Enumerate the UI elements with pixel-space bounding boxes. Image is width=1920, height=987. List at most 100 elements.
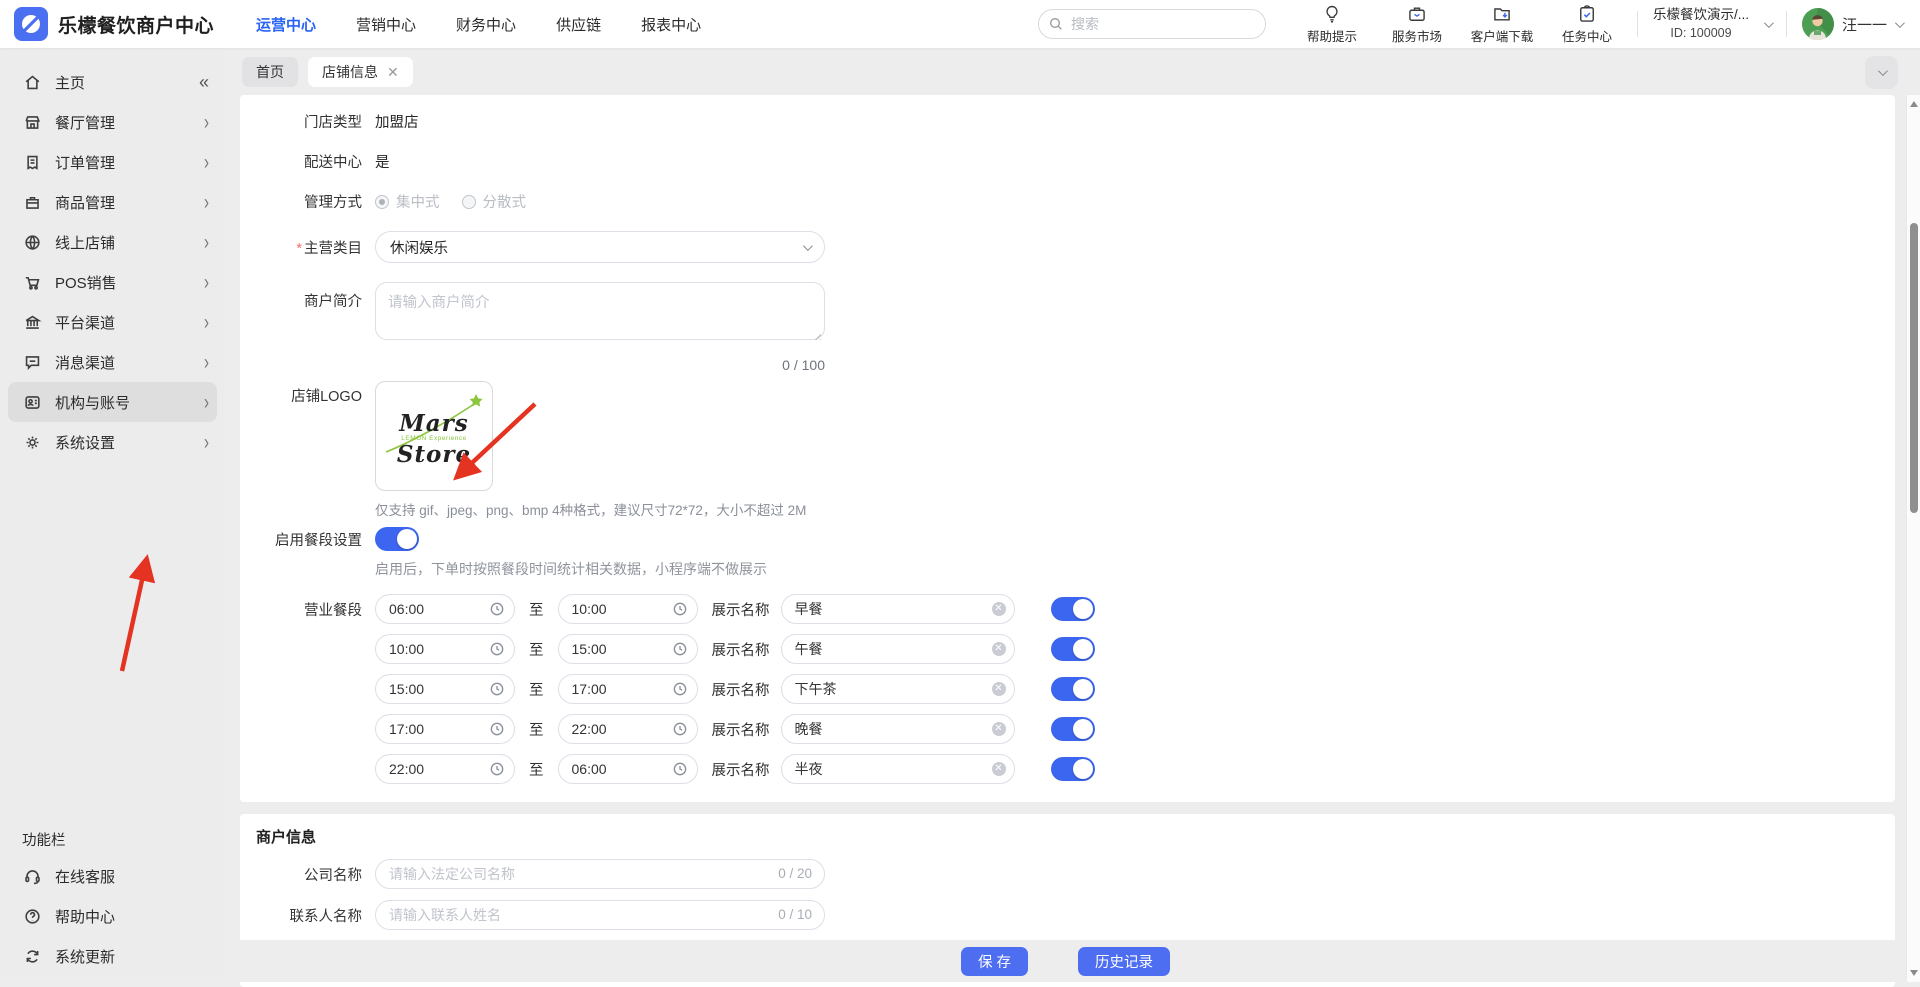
scroll-up-arrow[interactable] [1910,101,1918,107]
nav-reports[interactable]: 报表中心 [641,14,701,35]
meal-name-input[interactable] [781,674,1015,704]
client-download-button[interactable]: 客户端下载 [1467,4,1537,45]
scroll-down-arrow[interactable] [1910,970,1918,976]
nav-operations[interactable]: 运营中心 [256,14,316,35]
field-label: 管理方式 [250,191,362,212]
user-menu[interactable]: 汪一一 [1802,8,1902,40]
sidebar-item-online-support[interactable]: 在线客服 [0,856,225,896]
sidebar-section-label: 功能栏 [0,822,225,856]
meal-row-toggle[interactable] [1051,637,1095,661]
chevron-down-icon [803,241,813,251]
user-name: 汪一一 [1842,14,1887,35]
sidebar-item-org-accounts[interactable]: 机构与账号 › [8,382,217,422]
close-icon[interactable]: ✕ [387,65,399,79]
service-market-button[interactable]: 服务市场 [1382,4,1452,45]
chevron-right-icon: › [204,430,209,454]
tab-list-dropdown-button[interactable] [1865,56,1898,89]
save-button[interactable]: 保 存 [961,947,1028,976]
sidebar-item-message-channels[interactable]: 消息渠道 › [0,342,225,382]
meal-name-input[interactable] [781,634,1015,664]
main-content: 首页 店铺信息 ✕ 门店类型 加盟店 配送中心 是 管理方式 集中式 分散式 [225,48,1920,982]
company-name-input[interactable] [375,859,825,889]
field-label: 公司名称 [250,864,362,885]
divider [1637,11,1638,37]
sidebar-item-home[interactable]: 主页 « [0,62,225,102]
chevron-right-icon: › [204,350,209,374]
contact-name-input[interactable] [375,900,825,930]
vertical-scrollbar[interactable] [1906,95,1920,982]
collapse-sidebar-icon[interactable]: « [199,72,209,93]
meal-name-input[interactable] [781,714,1015,744]
meal-row-toggle[interactable] [1051,677,1095,701]
to-label: 至 [529,599,544,620]
meal-name-input[interactable] [781,754,1015,784]
sidebar-item-system-settings[interactable]: 系统设置 › [0,422,225,462]
storefront-icon [22,112,42,132]
chevron-right-icon: › [204,110,209,134]
help-tips-button[interactable]: 帮助提示 [1297,4,1367,45]
clock-icon [672,721,688,737]
top-bar: 乐檬餐饮商户中心 运营中心 营销中心 财务中心 供应链 报表中心 帮助提示 服务… [0,0,1920,48]
merchant-switcher[interactable]: 乐檬餐饮演示/... ID: 100009 [1653,6,1749,41]
history-button[interactable]: 历史记录 [1078,947,1170,976]
field-label: 商户简介 [250,282,362,311]
chevron-down-icon [1764,18,1774,28]
category-select[interactable]: 休闲娱乐 [375,231,825,263]
clock-icon [672,761,688,777]
nav-finance[interactable]: 财务中心 [456,14,516,35]
delivery-center-value: 是 [375,151,390,172]
tab-home[interactable]: 首页 [242,57,298,87]
sidebar-item-platform-channels[interactable]: 平台渠道 › [0,302,225,342]
contact-name-counter: 0 / 10 [778,907,812,922]
field-label: *主营类目 [250,237,362,258]
sidebar-item-online-store[interactable]: 线上店铺 › [0,222,225,262]
nav-marketing[interactable]: 营销中心 [356,14,416,35]
field-label: 店铺LOGO [250,381,362,406]
sidebar-item-system-update[interactable]: 系统更新 [0,936,225,976]
meal-row-toggle[interactable] [1051,597,1095,621]
refresh-icon [22,946,42,966]
clock-icon [672,681,688,697]
display-name-label: 展示名称 [712,599,770,620]
sidebar-item-restaurant[interactable]: 餐厅管理 › [0,102,225,142]
home-icon [22,72,42,92]
intro-textarea[interactable] [375,282,825,340]
search-icon [1048,16,1064,32]
sidebar-item-help-center[interactable]: 帮助中心 [0,896,225,936]
store-logo-image: Mars LEMON Experience Store [397,412,471,467]
meal-toggle-hint: 启用后，下单时按照餐段时间统计相关数据，小程序端不做展示 [375,559,767,579]
meal-period-toggle[interactable] [375,527,419,551]
chevron-right-icon: › [204,190,209,214]
sidebar-item-pos-sales[interactable]: POS销售 › [0,262,225,302]
meal-row-toggle[interactable] [1051,717,1095,741]
chevron-right-icon: › [204,390,209,414]
radio-centralized[interactable]: 集中式 [375,191,440,212]
sidebar-item-orders[interactable]: 订单管理 › [0,142,225,182]
clear-icon[interactable]: ✕ [992,682,1006,696]
app-logo-icon [14,7,48,41]
clear-icon[interactable]: ✕ [992,762,1006,776]
headset-icon [22,866,42,886]
meal-row-toggle[interactable] [1051,757,1095,781]
field-label: 联系人名称 [250,905,362,926]
footer-action-bar: 保 存 历史记录 [225,940,1906,982]
meal-name-input[interactable] [781,594,1015,624]
chevron-down-icon [1878,66,1888,76]
bag-icon [22,192,42,212]
nav-supply-chain[interactable]: 供应链 [556,14,601,35]
scrollbar-thumb[interactable] [1910,223,1918,513]
search-input[interactable] [1038,9,1266,39]
clock-icon [672,601,688,617]
field-label: 启用餐段设置 [250,529,362,550]
clear-icon[interactable]: ✕ [992,602,1006,616]
sidebar-item-products[interactable]: 商品管理 › [0,182,225,222]
tab-store-info[interactable]: 店铺信息 ✕ [308,57,413,87]
divider [1786,11,1787,37]
field-label: 门店类型 [250,111,362,132]
chevron-down-icon [1895,18,1905,28]
store-logo-upload[interactable]: Mars LEMON Experience Store [375,381,493,491]
clear-icon[interactable]: ✕ [992,722,1006,736]
radio-decentralized[interactable]: 分散式 [462,191,527,212]
task-center-button[interactable]: 任务中心 [1552,4,1622,45]
clear-icon[interactable]: ✕ [992,642,1006,656]
